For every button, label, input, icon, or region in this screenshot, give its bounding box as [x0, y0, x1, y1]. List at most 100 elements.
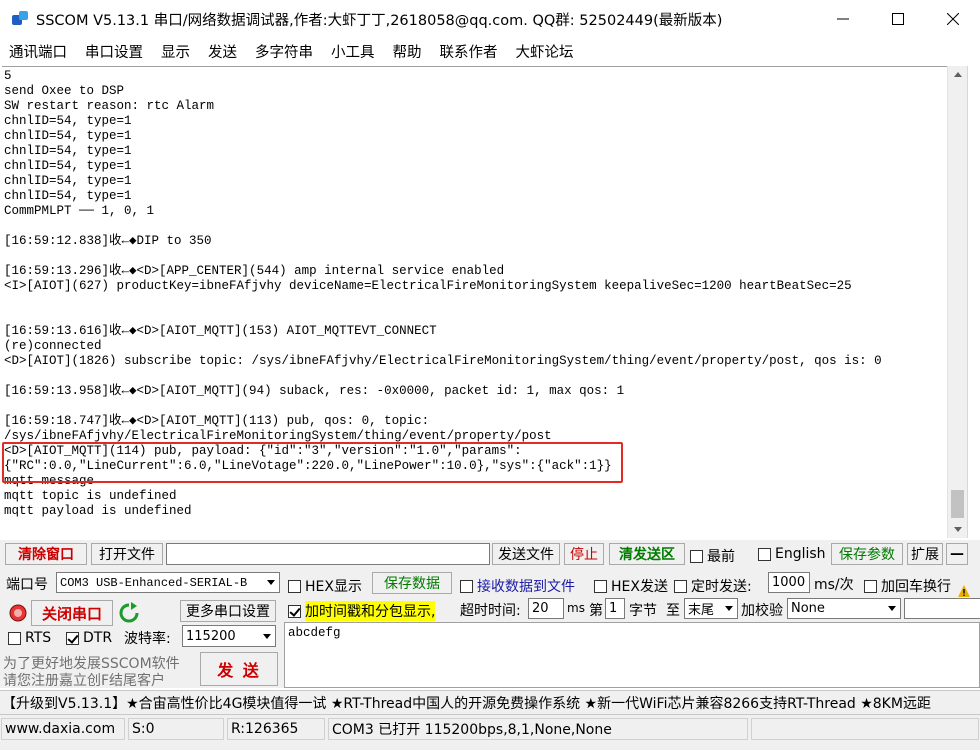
promo-marquee[interactable]: 【升级到V5.13.1】★合宙高性价比4G模块值得一试 ★RT-Thread中国… [0, 690, 980, 714]
log-line: mqtt topic is undefined [4, 489, 177, 503]
hex-display-checkbox[interactable]: HEX显示 [288, 576, 362, 596]
menu-bar: 通讯端口 串口设置 显示 发送 多字符串 小工具 帮助 联系作者 大虾论坛 [0, 38, 980, 64]
port-status-text: COM3 已打开 115200bps,8,1,None,None [328, 718, 748, 740]
expand-button[interactable]: 扩展 [907, 543, 943, 565]
page-label: 第 [589, 603, 603, 619]
baud-label: 波特率: [124, 631, 171, 647]
close-port-button[interactable]: 关闭串口 [31, 600, 113, 626]
log-line: mqtt payload is undefined [4, 504, 192, 518]
menu-item-serial-settings[interactable]: 串口设置 [76, 41, 152, 62]
checksum-extra-field[interactable] [904, 598, 980, 619]
checkbox-box [594, 579, 607, 593]
add-timestamp-checkbox[interactable]: 加时间戳和分包显示, [288, 601, 436, 621]
refresh-icon[interactable] [118, 602, 140, 624]
log-line: <I>[AIOT](627) productKey=ibneFAfjvhy de… [4, 279, 852, 293]
warning-icon [958, 585, 970, 597]
collapse-button[interactable]: — [946, 543, 968, 565]
interval-input[interactable]: 1000 [768, 572, 810, 593]
timeout-input[interactable]: 20 [528, 598, 564, 619]
save-params-button[interactable]: 保存参数 [831, 543, 903, 565]
send-text-content: abcdefg [288, 626, 341, 640]
log-line: chnlID=54, type=1 [4, 159, 132, 173]
menu-item-display[interactable]: 显示 [152, 41, 199, 62]
dropdown-arrow [721, 599, 737, 618]
stop-button[interactable]: 停止 [564, 543, 604, 565]
minimize-button[interactable] [815, 0, 870, 38]
port-select[interactable]: COM3 USB-Enhanced-SERIAL-B [56, 572, 280, 593]
sent-count: S:0 [128, 718, 224, 740]
log-line: <D>[AIOT_MQTT](114) pub, payload: {"id":… [4, 444, 522, 458]
log-line: [16:59:18.747]收←◆<D>[AIOT_MQTT](113) pub… [4, 414, 430, 428]
to-label: 至 [666, 603, 680, 619]
dropdown-arrow [259, 626, 275, 646]
menu-item-send[interactable]: 发送 [199, 41, 246, 62]
scroll-down-arrow[interactable] [948, 521, 968, 538]
scrollbar-thumb[interactable] [951, 490, 964, 518]
rts-checkbox[interactable]: RTS [8, 630, 51, 646]
dtr-checkbox[interactable]: DTR [66, 630, 112, 646]
log-line: 5 [4, 69, 12, 83]
topmost-checkbox[interactable]: 最前 [690, 546, 735, 566]
chevron-down-icon [267, 580, 275, 585]
close-icon [946, 13, 959, 25]
file-path-input[interactable] [166, 543, 490, 565]
app-icon [10, 9, 30, 29]
chevron-down-icon [263, 633, 271, 639]
more-serial-settings-button[interactable]: 更多串口设置 [180, 600, 276, 622]
byte-start-input[interactable]: 1 [605, 598, 625, 619]
log-line: (re)connected [4, 339, 102, 353]
clear-send-area-button[interactable]: 清发送区 [609, 543, 685, 565]
maximize-icon [891, 13, 904, 25]
log-line: [16:59:13.616]收←◆<D>[AIOT_MQTT](153) AIO… [4, 324, 437, 338]
timed-send-checkbox[interactable]: 定时发送: [674, 576, 752, 596]
save-to-file-checkbox[interactable]: 接收数据到文件 [460, 576, 575, 596]
minimize-icon [836, 18, 849, 20]
hex-send-checkbox[interactable]: HEX发送 [594, 576, 668, 596]
maximize-button[interactable] [870, 0, 925, 38]
save-data-button[interactable]: 保存数据 [372, 572, 452, 594]
chevron-down-icon [888, 606, 896, 611]
output-scrollbar[interactable] [947, 66, 967, 538]
open-file-button[interactable]: 打开文件 [91, 543, 163, 565]
send-file-button[interactable]: 发送文件 [492, 543, 560, 565]
receive-output-area[interactable]: 5 send Oxee to DSP SW restart reason: rtc … [2, 66, 947, 538]
checksum-select[interactable]: None [787, 598, 901, 619]
log-line: chnlID=54, type=1 [4, 129, 132, 143]
byte-end-select[interactable]: 末尾 [684, 598, 738, 619]
port-status-indicator-icon [8, 603, 28, 623]
window-title: SSCOM V5.13.1 串口/网络数据调试器,作者:大虾丁丁,2618058… [36, 12, 723, 29]
website-link[interactable]: www.daxia.com [1, 718, 125, 740]
english-checkbox[interactable]: English [758, 546, 826, 562]
scroll-up-arrow[interactable] [948, 66, 968, 83]
clear-window-button[interactable]: 清除窗口 [5, 543, 87, 565]
receive-log: 5 send Oxee to DSP SW restart reason: rtc … [4, 69, 882, 519]
timeout-label: 超时时间: [460, 603, 521, 619]
menu-item-forum[interactable]: 大虾论坛 [507, 41, 583, 62]
close-button[interactable] [925, 0, 980, 38]
status-empty-cell [751, 718, 979, 740]
menu-item-contact[interactable]: 联系作者 [431, 41, 507, 62]
menu-item-port[interactable]: 通讯端口 [0, 41, 76, 62]
add-crlf-checkbox[interactable]: 加回车换行 [864, 576, 951, 596]
byte-label: 字节 [629, 603, 657, 619]
log-line: send Oxee to DSP [4, 84, 125, 98]
checkbox-box [690, 549, 703, 563]
timeout-unit: ms [567, 601, 585, 615]
log-line: [16:59:12.838]收←◆DIP to 350 [4, 234, 212, 248]
menu-item-tools[interactable]: 小工具 [322, 41, 384, 62]
menu-item-multi-string[interactable]: 多字符串 [246, 41, 322, 62]
log-line: SW restart reason: rtc Alarm [4, 99, 215, 113]
checkbox-box [674, 579, 687, 593]
baud-rate-select[interactable]: 115200 [182, 625, 276, 647]
send-button[interactable]: 发 送 [200, 652, 278, 686]
title-bar[interactable]: SSCOM V5.13.1 串口/网络数据调试器,作者:大虾丁丁,2618058… [0, 0, 980, 38]
checkbox-box [288, 579, 301, 593]
send-text-area[interactable]: abcdefg [284, 622, 980, 688]
checkbox-box [288, 604, 301, 618]
menu-item-help[interactable]: 帮助 [384, 41, 431, 62]
